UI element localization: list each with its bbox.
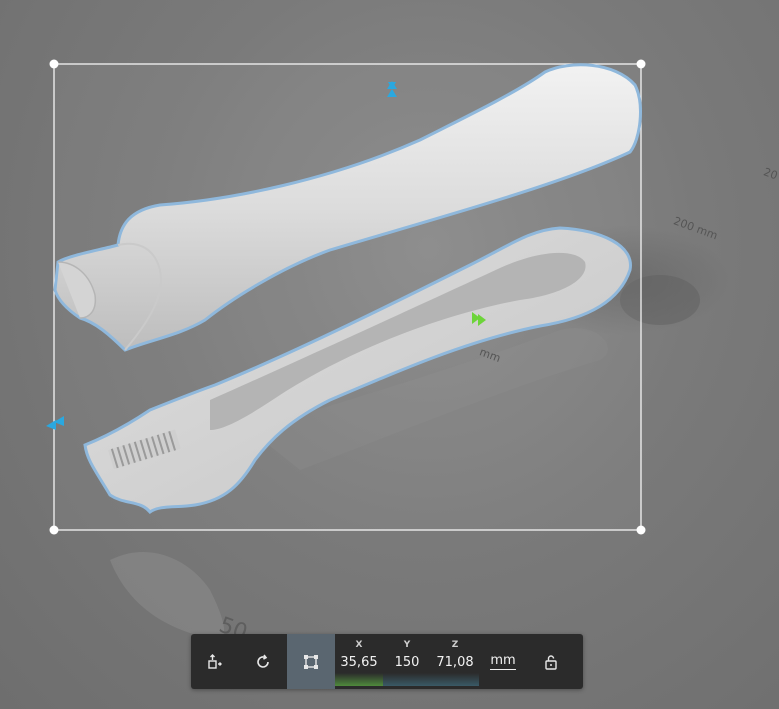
x-axis-bar — [335, 673, 383, 686]
rotate-button[interactable] — [239, 634, 287, 689]
lock-proportions-button[interactable] — [527, 634, 575, 689]
3d-viewport[interactable]: 200 mm 20 mm 50 — [0, 0, 779, 709]
rotate-icon — [257, 654, 269, 668]
scale-icon — [304, 654, 318, 669]
z-value[interactable]: 71,08 — [436, 655, 473, 670]
bbox-handle-tr[interactable] — [636, 59, 646, 69]
x-label: X — [355, 640, 363, 650]
unit-selector[interactable]: mm — [479, 634, 527, 689]
x-dimension-field[interactable]: X 35,65 — [335, 634, 383, 689]
z-label: Z — [451, 640, 459, 650]
z-axis-bar — [431, 673, 479, 686]
x-value[interactable]: 35,65 — [340, 655, 377, 670]
y-dimension-field[interactable]: Y 150 — [383, 634, 431, 689]
scale-button[interactable] — [287, 634, 335, 689]
scene-canvas[interactable] — [0, 0, 779, 709]
transform-toolbar: X 35,65 Y 150 Z 71,08 mm — [191, 634, 583, 689]
y-value[interactable]: 150 — [395, 655, 420, 670]
model-reflection — [110, 551, 225, 640]
bbox-handle-br[interactable] — [636, 525, 646, 535]
unlock-icon — [545, 654, 557, 670]
unit-label: mm — [490, 653, 516, 670]
y-label: Y — [403, 640, 411, 650]
y-axis-bar — [383, 673, 431, 686]
z-dimension-field[interactable]: Z 71,08 — [431, 634, 479, 689]
bbox-handle-tl[interactable] — [49, 59, 59, 69]
bbox-handle-bl[interactable] — [49, 525, 59, 535]
place-on-bed-icon — [208, 653, 222, 669]
place-on-bed-button[interactable] — [191, 634, 239, 689]
